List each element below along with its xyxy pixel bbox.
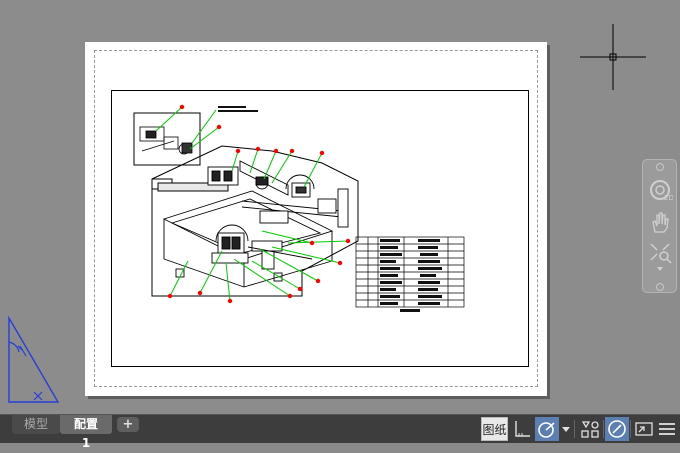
status-separator <box>603 420 604 438</box>
annotation-icon[interactable] <box>605 417 629 441</box>
navbar-close-handle[interactable] <box>656 163 664 171</box>
ucs-triangle-icon <box>8 316 60 403</box>
status-bar: 模型 配置1 + 图纸 <box>0 414 680 450</box>
assembly-drawing <box>133 104 465 312</box>
add-layout-button[interactable]: + <box>117 417 139 432</box>
status-separator <box>574 420 575 438</box>
fullscreen-icon[interactable] <box>632 417 656 441</box>
layout-viewport[interactable] <box>111 90 529 367</box>
tab-model[interactable]: 模型 <box>12 415 60 434</box>
status-separator <box>630 420 631 438</box>
navigation-bar: 2D <box>642 159 677 293</box>
zoom-dropdown-icon[interactable] <box>647 264 673 274</box>
navbar-options-handle[interactable] <box>656 283 664 291</box>
steering-wheel-icon[interactable]: 2D <box>647 178 673 202</box>
polar-dropdown-icon[interactable] <box>560 417 572 441</box>
object-snap-icon[interactable] <box>578 417 602 441</box>
paper-space-toggle[interactable]: 图纸 <box>481 417 508 441</box>
paper-sheet <box>85 42 547 396</box>
crosshair-cursor-icon <box>580 24 646 90</box>
menu-icon[interactable] <box>656 417 678 441</box>
tab-layout1[interactable]: 配置1 <box>60 415 112 450</box>
pan-hand-icon[interactable] <box>647 210 673 234</box>
polar-tracking-icon[interactable] <box>535 417 559 441</box>
drawing-canvas[interactable]: 2D <box>0 0 680 414</box>
zoom-icon[interactable] <box>647 240 673 264</box>
grid-icon[interactable] <box>510 417 534 441</box>
svg-text:2D: 2D <box>664 194 673 202</box>
